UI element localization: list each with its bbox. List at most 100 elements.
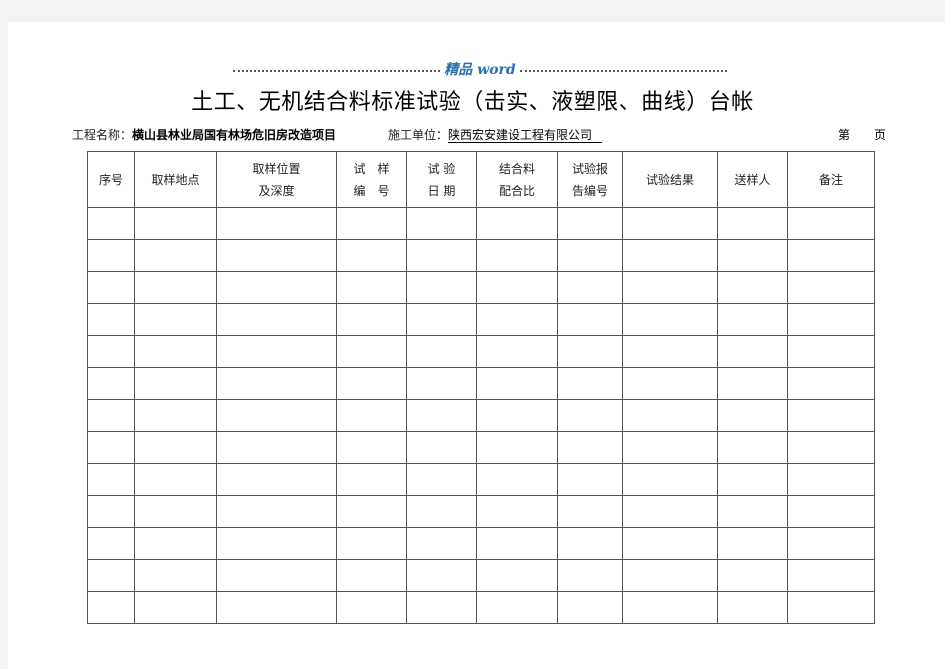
table-cell[interactable]: [336, 591, 407, 624]
table-cell[interactable]: [216, 367, 337, 400]
table-cell[interactable]: [406, 207, 477, 240]
table-cell[interactable]: [87, 431, 135, 464]
table-cell[interactable]: [622, 527, 718, 560]
table-cell[interactable]: [717, 303, 788, 336]
table-cell[interactable]: [787, 463, 875, 496]
table-cell[interactable]: [216, 495, 337, 528]
table-cell[interactable]: [406, 431, 477, 464]
table-cell[interactable]: [476, 367, 558, 400]
table-cell[interactable]: [557, 559, 623, 592]
table-cell[interactable]: [717, 591, 788, 624]
table-cell[interactable]: [787, 239, 875, 272]
table-cell[interactable]: [134, 527, 217, 560]
table-cell[interactable]: [134, 207, 217, 240]
table-cell[interactable]: [787, 303, 875, 336]
table-cell[interactable]: [787, 367, 875, 400]
table-cell[interactable]: [717, 239, 788, 272]
table-cell[interactable]: [787, 335, 875, 368]
table-cell[interactable]: [336, 431, 407, 464]
table-cell[interactable]: [557, 431, 623, 464]
table-cell[interactable]: [87, 207, 135, 240]
table-cell[interactable]: [622, 303, 718, 336]
table-cell[interactable]: [476, 207, 558, 240]
table-cell[interactable]: [216, 399, 337, 432]
table-cell[interactable]: [406, 591, 477, 624]
table-cell[interactable]: [134, 463, 217, 496]
table-cell[interactable]: [557, 271, 623, 304]
table-cell[interactable]: [622, 239, 718, 272]
table-cell[interactable]: [87, 527, 135, 560]
table-cell[interactable]: [717, 207, 788, 240]
table-cell[interactable]: [476, 495, 558, 528]
table-cell[interactable]: [787, 591, 875, 624]
table-cell[interactable]: [476, 591, 558, 624]
table-cell[interactable]: [557, 399, 623, 432]
table-cell[interactable]: [216, 207, 337, 240]
table-cell[interactable]: [787, 271, 875, 304]
table-cell[interactable]: [717, 431, 788, 464]
table-cell[interactable]: [336, 303, 407, 336]
table-cell[interactable]: [717, 335, 788, 368]
table-cell[interactable]: [557, 207, 623, 240]
table-cell[interactable]: [476, 399, 558, 432]
table-cell[interactable]: [134, 559, 217, 592]
table-cell[interactable]: [787, 207, 875, 240]
table-cell[interactable]: [216, 335, 337, 368]
table-cell[interactable]: [557, 335, 623, 368]
table-cell[interactable]: [134, 495, 217, 528]
table-cell[interactable]: [336, 527, 407, 560]
table-cell[interactable]: [406, 367, 477, 400]
table-cell[interactable]: [87, 559, 135, 592]
table-cell[interactable]: [557, 463, 623, 496]
table-cell[interactable]: [557, 239, 623, 272]
table-cell[interactable]: [476, 271, 558, 304]
table-cell[interactable]: [557, 303, 623, 336]
table-cell[interactable]: [622, 271, 718, 304]
table-cell[interactable]: [406, 335, 477, 368]
table-cell[interactable]: [476, 431, 558, 464]
table-cell[interactable]: [87, 399, 135, 432]
table-cell[interactable]: [87, 367, 135, 400]
table-cell[interactable]: [476, 303, 558, 336]
table-cell[interactable]: [87, 463, 135, 496]
table-cell[interactable]: [622, 207, 718, 240]
table-cell[interactable]: [406, 463, 477, 496]
table-cell[interactable]: [717, 495, 788, 528]
table-cell[interactable]: [476, 239, 558, 272]
table-cell[interactable]: [406, 399, 477, 432]
table-cell[interactable]: [87, 271, 135, 304]
table-cell[interactable]: [557, 591, 623, 624]
table-cell[interactable]: [787, 495, 875, 528]
table-cell[interactable]: [717, 271, 788, 304]
table-cell[interactable]: [336, 271, 407, 304]
table-cell[interactable]: [622, 399, 718, 432]
table-cell[interactable]: [557, 495, 623, 528]
table-cell[interactable]: [622, 335, 718, 368]
table-cell[interactable]: [717, 559, 788, 592]
table-cell[interactable]: [717, 399, 788, 432]
table-cell[interactable]: [336, 239, 407, 272]
table-cell[interactable]: [134, 367, 217, 400]
table-cell[interactable]: [557, 367, 623, 400]
table-cell[interactable]: [622, 463, 718, 496]
table-cell[interactable]: [87, 239, 135, 272]
table-cell[interactable]: [476, 463, 558, 496]
table-cell[interactable]: [134, 271, 217, 304]
table-cell[interactable]: [336, 399, 407, 432]
table-cell[interactable]: [336, 367, 407, 400]
table-cell[interactable]: [336, 463, 407, 496]
table-cell[interactable]: [622, 495, 718, 528]
table-cell[interactable]: [476, 335, 558, 368]
table-cell[interactable]: [622, 559, 718, 592]
table-cell[interactable]: [134, 431, 217, 464]
table-cell[interactable]: [134, 591, 217, 624]
table-cell[interactable]: [717, 463, 788, 496]
table-cell[interactable]: [406, 239, 477, 272]
table-cell[interactable]: [216, 527, 337, 560]
table-cell[interactable]: [134, 335, 217, 368]
table-cell[interactable]: [476, 527, 558, 560]
table-cell[interactable]: [216, 239, 337, 272]
table-cell[interactable]: [134, 399, 217, 432]
table-cell[interactable]: [87, 495, 135, 528]
table-cell[interactable]: [406, 559, 477, 592]
